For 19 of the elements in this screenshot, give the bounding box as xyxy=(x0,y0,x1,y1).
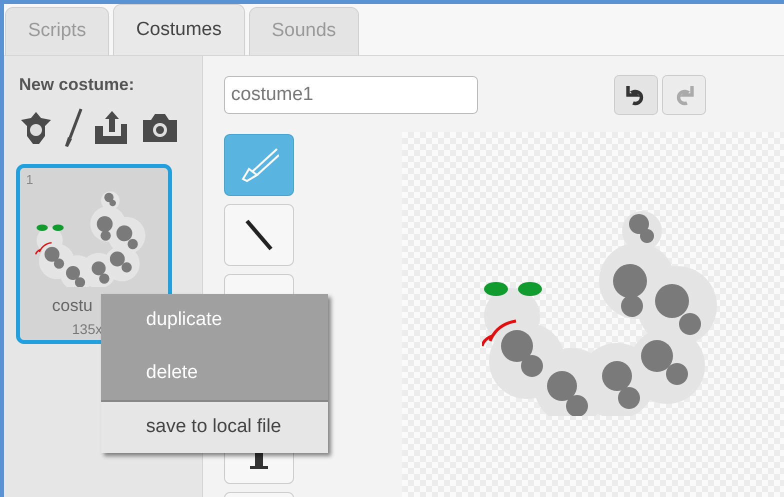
line-icon xyxy=(244,218,274,252)
costume-name-field[interactable]: costume1 xyxy=(224,76,478,114)
paintbrush-icon[interactable] xyxy=(63,108,83,148)
costume-name: costu xyxy=(52,295,93,317)
paintbrush-icon xyxy=(239,147,279,183)
undo-button[interactable] xyxy=(614,75,658,115)
tab[interactable]: Scripts xyxy=(5,7,110,55)
costume-size: 135x xyxy=(72,320,102,338)
new-costume-label: New costume: xyxy=(19,74,136,96)
menu-item[interactable]: delete xyxy=(101,347,328,400)
costume-number: 1 xyxy=(26,170,34,188)
menu-item[interactable]: duplicate xyxy=(101,294,328,347)
camera-icon[interactable] xyxy=(141,112,179,144)
sprite-character-icon[interactable] xyxy=(19,110,53,146)
tool-button[interactable] xyxy=(224,204,294,266)
menu-item[interactable]: save to local file xyxy=(101,400,328,453)
tab[interactable]: Sounds xyxy=(248,7,360,55)
drawing-canvas[interactable] xyxy=(402,132,784,497)
tab[interactable]: Costumes xyxy=(113,4,245,55)
